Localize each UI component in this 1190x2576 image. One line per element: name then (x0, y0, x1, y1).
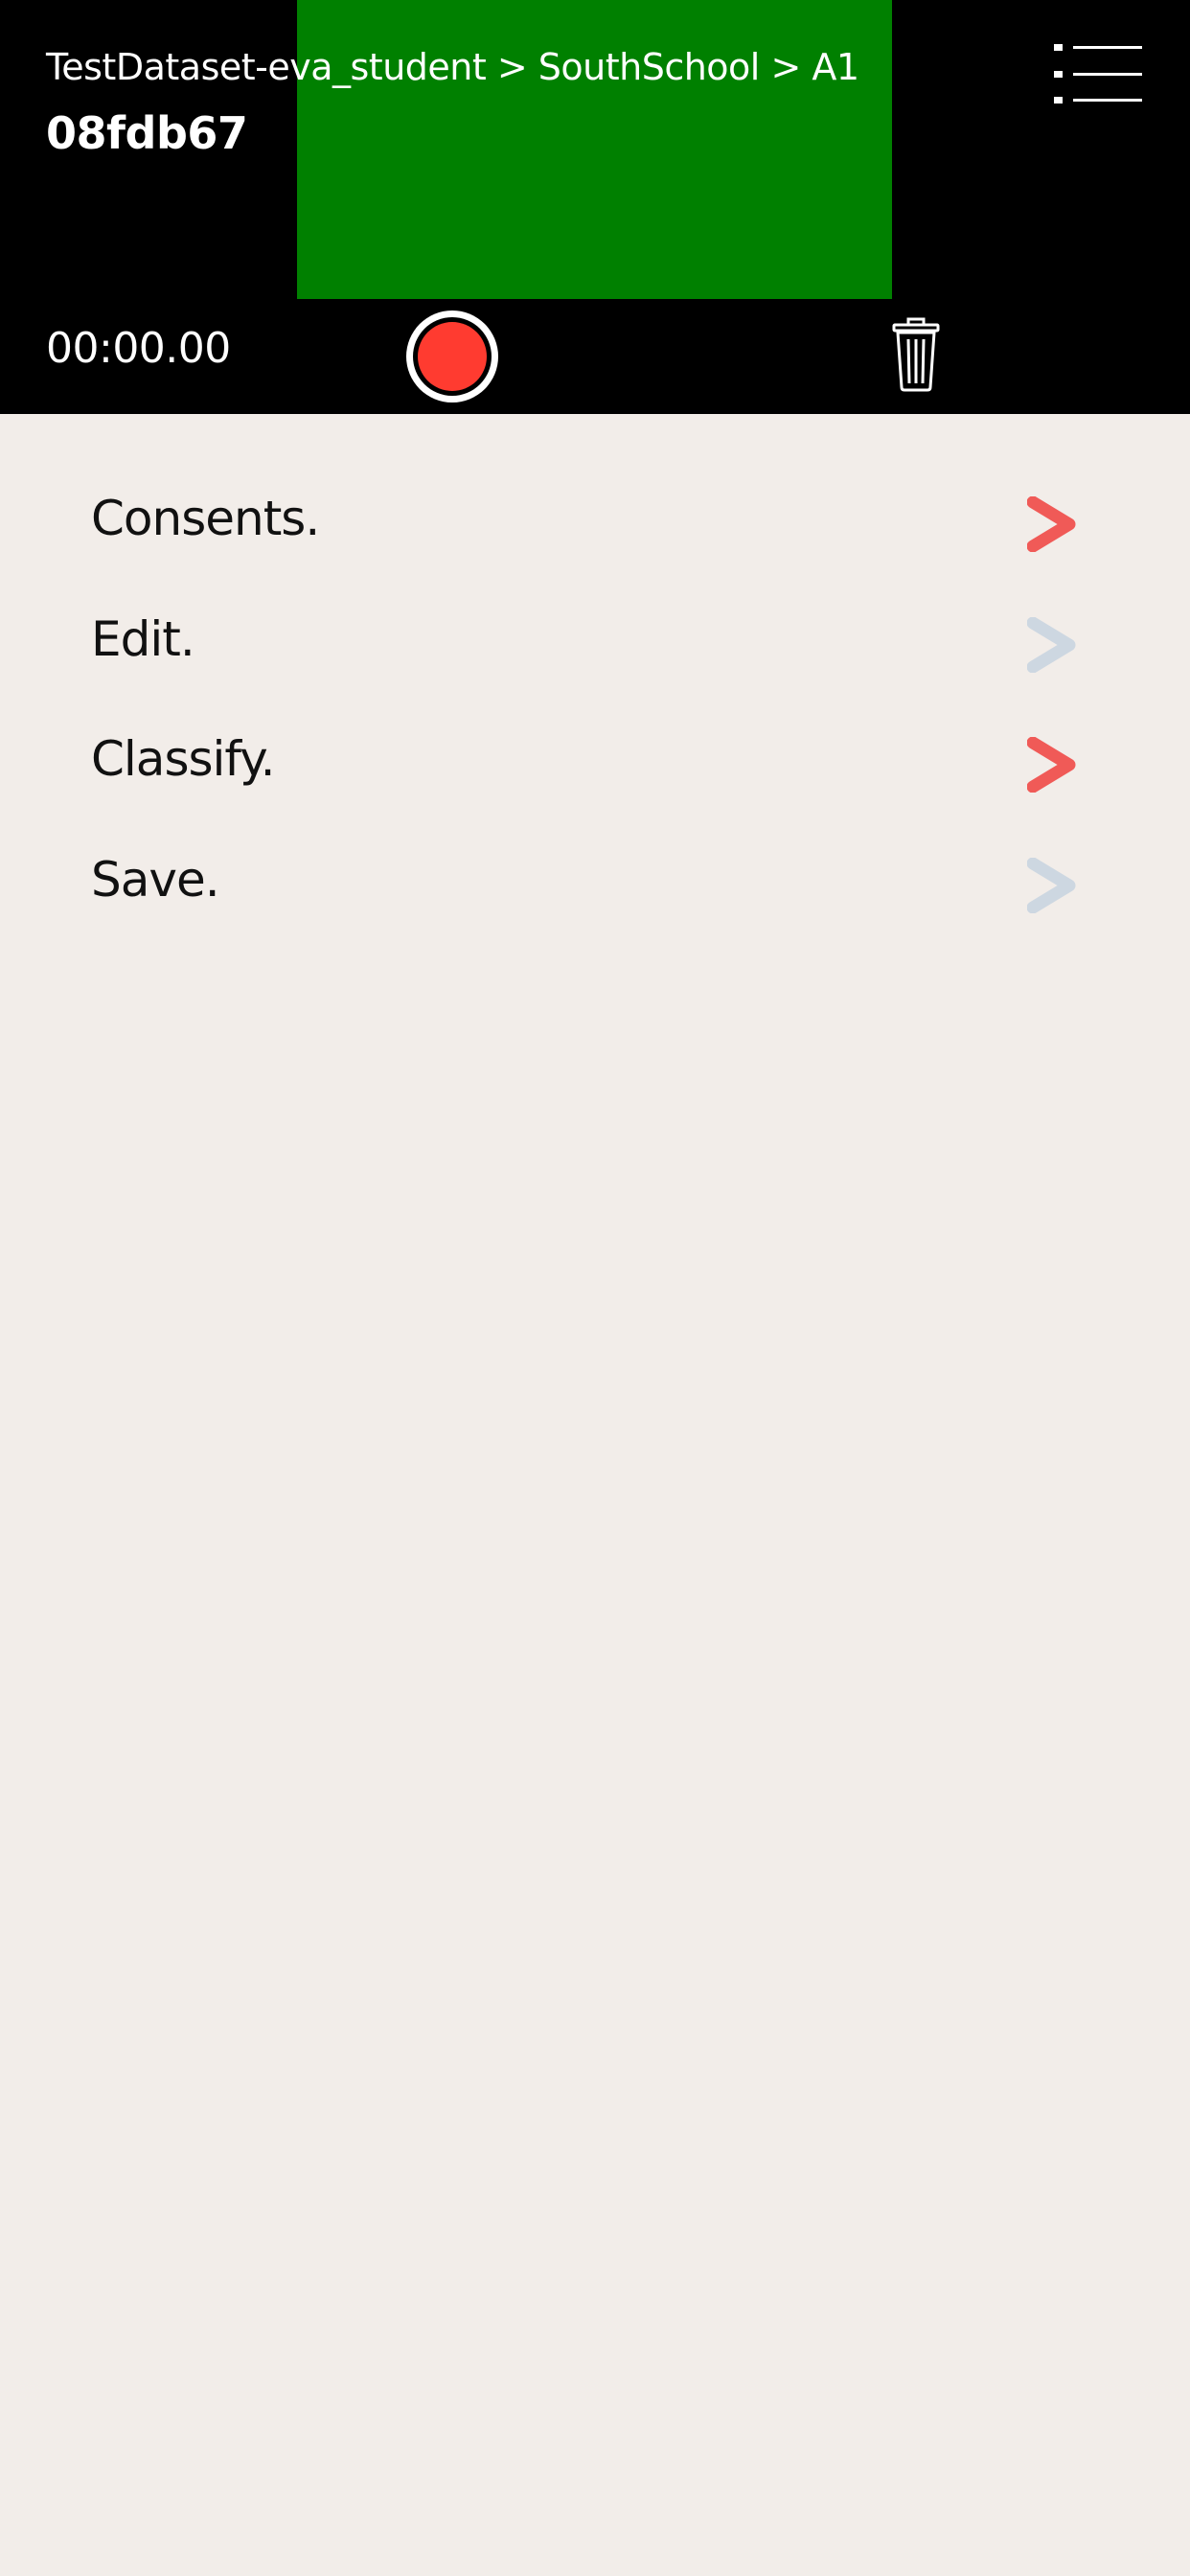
step-edit[interactable]: Edit. (0, 583, 1190, 703)
step-save[interactable]: Save. (0, 823, 1190, 944)
recording-id: 08fdb67 (46, 107, 248, 159)
chevron-right-icon (1027, 496, 1076, 552)
step-classify[interactable]: Classify. (0, 702, 1190, 823)
menu-button[interactable] (1044, 38, 1150, 115)
top-bar: TestDataset-eva_student > SouthSchool > … (0, 0, 1190, 414)
step-label: Save. (91, 852, 220, 908)
step-label: Edit. (91, 611, 195, 667)
list-menu-icon (1054, 44, 1142, 104)
record-button[interactable] (404, 309, 500, 404)
record-icon (406, 310, 498, 402)
step-label: Classify. (91, 731, 276, 787)
breadcrumb: TestDataset-eva_student > SouthSchool > … (46, 46, 859, 88)
chevron-right-icon (1027, 617, 1076, 673)
chevron-right-icon (1027, 858, 1076, 913)
camera-preview (297, 0, 892, 299)
chevron-right-icon (1027, 737, 1076, 793)
delete-button[interactable] (889, 316, 943, 393)
recording-timer: 00:00.00 (46, 324, 231, 373)
trash-icon (892, 317, 940, 392)
step-label: Consents. (91, 491, 320, 546)
step-consents[interactable]: Consents. (0, 462, 1190, 583)
